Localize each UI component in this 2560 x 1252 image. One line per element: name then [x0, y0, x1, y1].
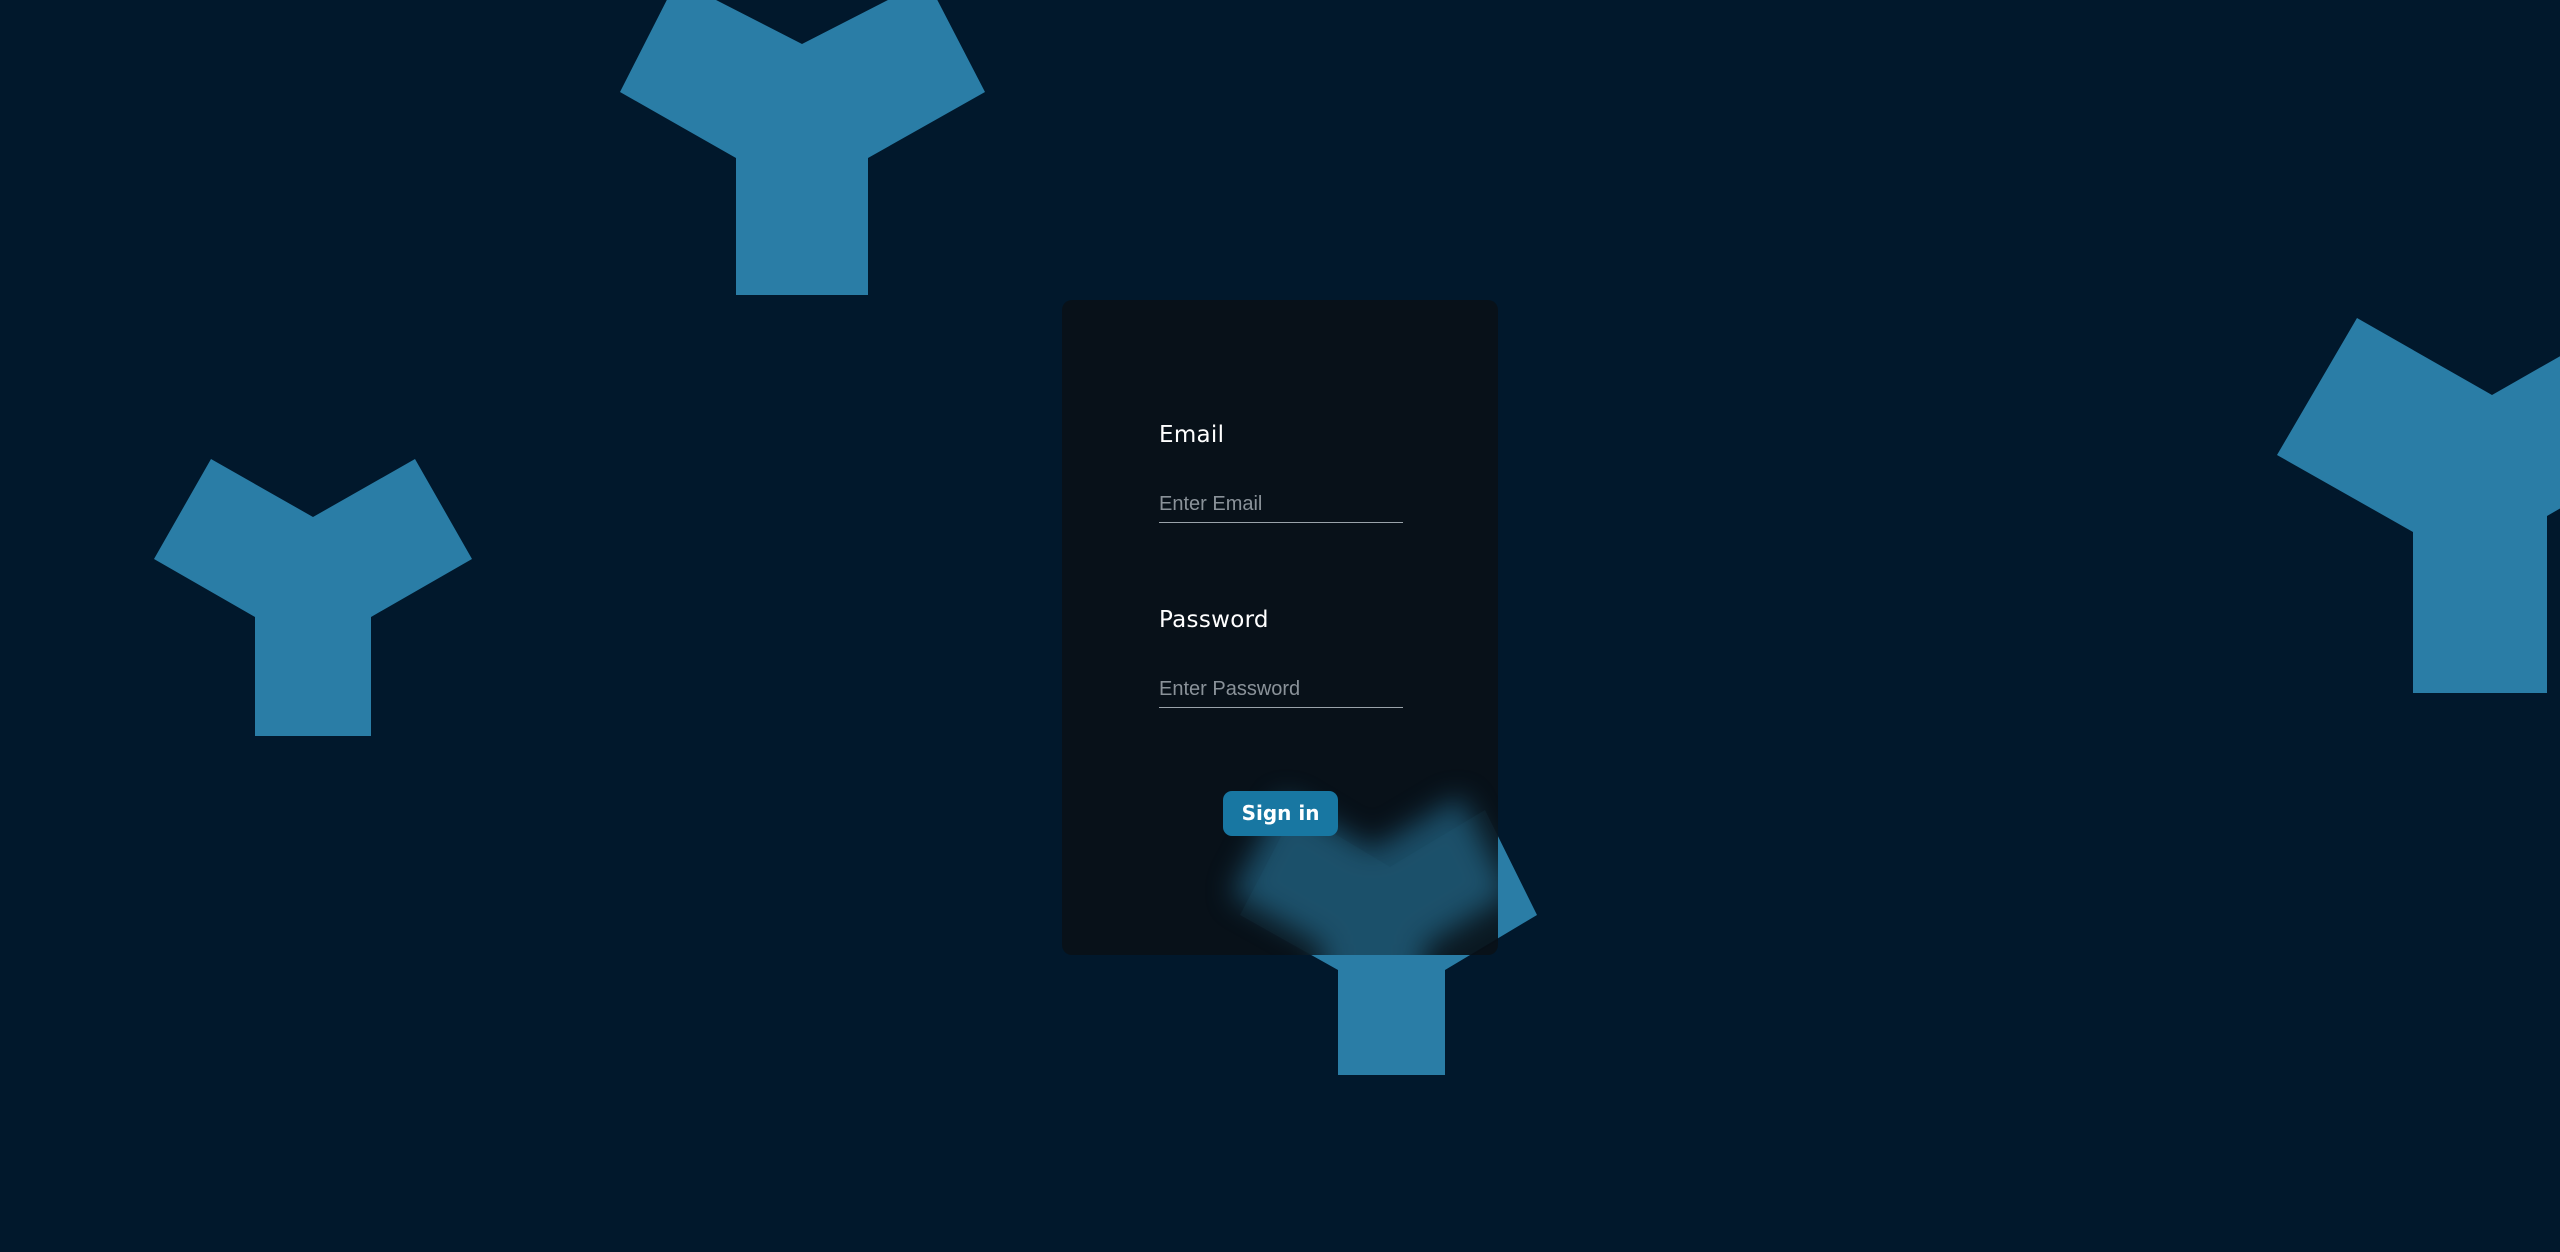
- login-card: Email Password Sign in: [1062, 300, 1498, 955]
- email-input[interactable]: [1159, 486, 1403, 523]
- sign-in-button[interactable]: Sign in: [1223, 791, 1338, 836]
- email-label: Email: [1159, 422, 1225, 448]
- password-input[interactable]: [1159, 671, 1403, 708]
- y-shape-decoration-top: [620, 0, 985, 295]
- login-page: Email Password Sign in: [0, 0, 2560, 1252]
- y-shape-decoration-right: [2277, 318, 2560, 693]
- password-label: Password: [1159, 607, 1269, 633]
- y-shape-decoration-left: [154, 459, 472, 736]
- card-backdrop-blur: [1062, 300, 1498, 955]
